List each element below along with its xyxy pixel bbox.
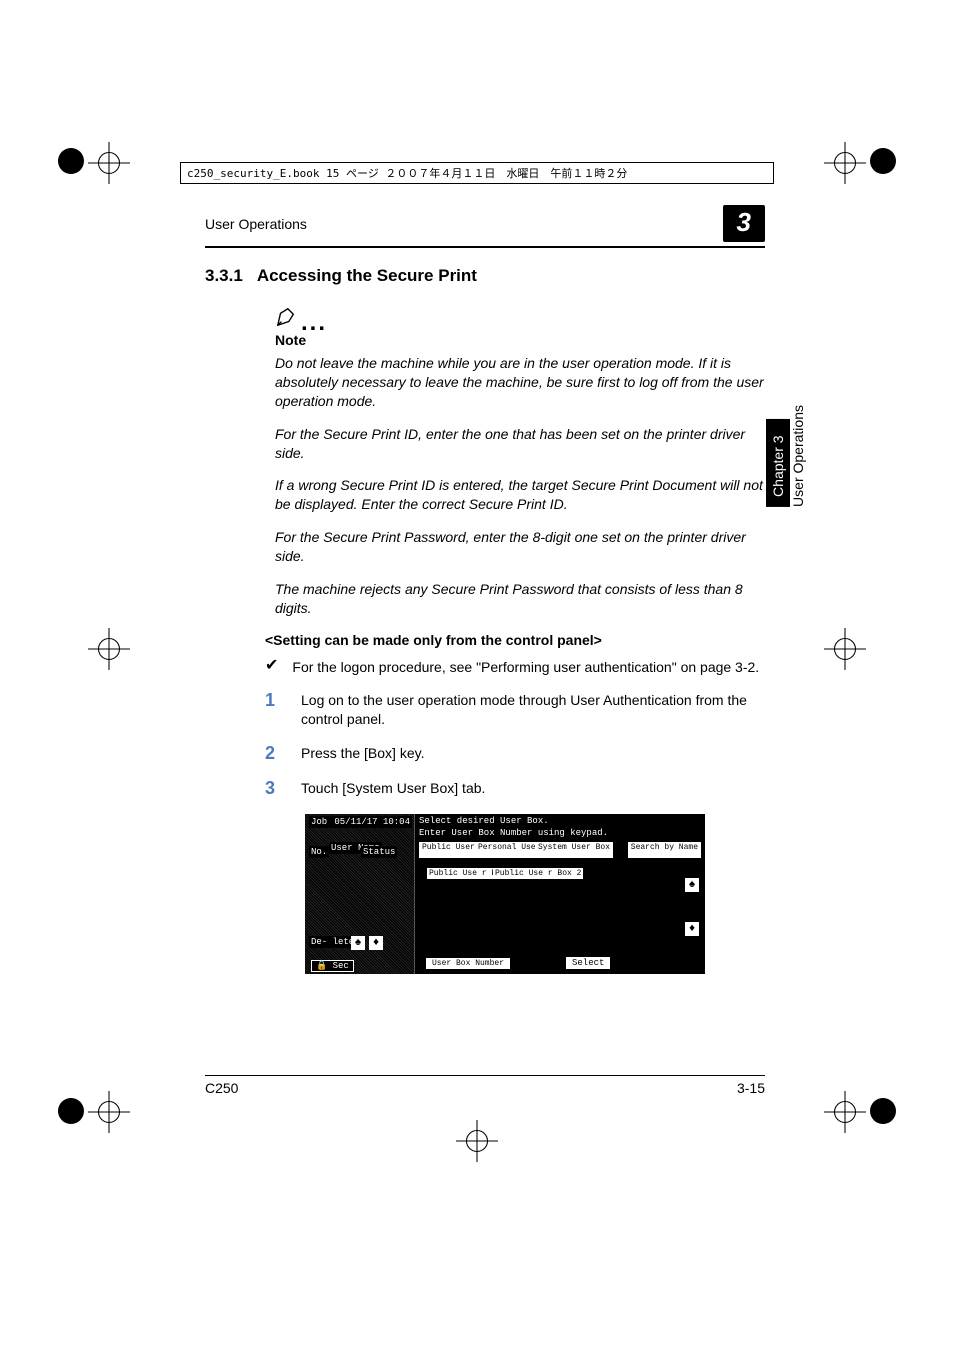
note-text: If a wrong Secure Print ID is entered, t… xyxy=(275,476,765,514)
side-tab: Chapter 3 User Operations xyxy=(766,405,806,507)
ss-tab-system[interactable]: System User Box xyxy=(535,842,613,858)
ss-sec-badge: 🔒 Sec xyxy=(311,960,354,972)
ss-scroll-up-icon[interactable]: ♠ xyxy=(685,878,699,892)
footer-page: 3-15 xyxy=(737,1080,765,1096)
ss-delete-button[interactable]: De- lete xyxy=(309,936,356,948)
chapter-number-badge: 3 xyxy=(723,205,765,242)
ss-userbox-number-button[interactable]: User Box Number xyxy=(425,957,511,970)
ss-down-icon[interactable]: ♦ xyxy=(369,936,383,950)
ss-col-status: Status xyxy=(361,846,397,858)
ss-scroll-down-icon[interactable]: ♦ xyxy=(685,922,699,936)
subsection-heading: <Setting can be made only from the contr… xyxy=(265,632,765,648)
crop-mark-icon xyxy=(824,142,866,184)
ss-datetime: 05/11/17 10:04 xyxy=(332,816,412,828)
book-header-strip: c250_security_E.book 15 ページ ２００７年４月１１日 水… xyxy=(180,162,774,184)
ss-title: Select desired User Box. xyxy=(419,816,549,826)
ss-subtitle: Enter User Box Number using keypad. xyxy=(419,828,608,838)
note-heading: Note xyxy=(275,332,765,348)
bullet-text: For the logon procedure, see "Performing… xyxy=(292,658,759,677)
note-text: For the Secure Print Password, enter the… xyxy=(275,528,765,566)
crop-mark-icon xyxy=(824,1091,866,1133)
note-text: Do not leave the machine while you are i… xyxy=(275,354,765,411)
side-chapter-label: Chapter 3 xyxy=(766,419,790,507)
step-text: Press the [Box] key. xyxy=(301,744,424,763)
ss-col-no: No. xyxy=(309,846,329,858)
registration-dot xyxy=(870,148,896,174)
divider xyxy=(205,246,765,248)
registration-dot xyxy=(58,148,84,174)
crop-mark-icon xyxy=(824,628,866,670)
section-title: Accessing the Secure Print xyxy=(257,266,477,286)
ss-select-button[interactable]: Select xyxy=(565,956,611,970)
section-number: 3.3.1 xyxy=(205,266,243,286)
footer-model: C250 xyxy=(205,1080,238,1096)
step-number: 1 xyxy=(265,691,279,729)
embedded-screenshot: Job List 05/11/17 10:04 No. User Name St… xyxy=(305,814,705,974)
note-icon: ... xyxy=(275,306,765,328)
ss-userbox-item[interactable]: Public Use r Box 2 xyxy=(493,868,583,879)
crop-mark-icon xyxy=(88,142,130,184)
registration-dot xyxy=(870,1098,896,1124)
step-number: 2 xyxy=(265,744,279,763)
ss-search-button[interactable]: Search by Name xyxy=(628,842,701,858)
checkmark-icon: ✔ xyxy=(265,658,278,677)
crop-mark-icon xyxy=(456,1120,498,1162)
note-text: For the Secure Print ID, enter the one t… xyxy=(275,425,765,463)
ss-up-icon[interactable]: ♠ xyxy=(351,936,365,950)
step-text: Touch [System User Box] tab. xyxy=(301,779,485,798)
crop-mark-icon xyxy=(88,628,130,670)
registration-dot xyxy=(58,1098,84,1124)
side-section-label: User Operations xyxy=(790,405,806,507)
crop-mark-icon xyxy=(88,1091,130,1133)
step-text: Log on to the user operation mode throug… xyxy=(301,691,765,729)
section-heading: 3.3.1 Accessing the Secure Print xyxy=(205,266,765,286)
note-dots: ... xyxy=(301,318,327,328)
running-head: User Operations xyxy=(205,216,307,232)
page-body: User Operations 3 3.3.1 Accessing the Se… xyxy=(205,205,765,974)
note-text: The machine rejects any Secure Print Pas… xyxy=(275,580,765,618)
step-number: 3 xyxy=(265,779,279,798)
